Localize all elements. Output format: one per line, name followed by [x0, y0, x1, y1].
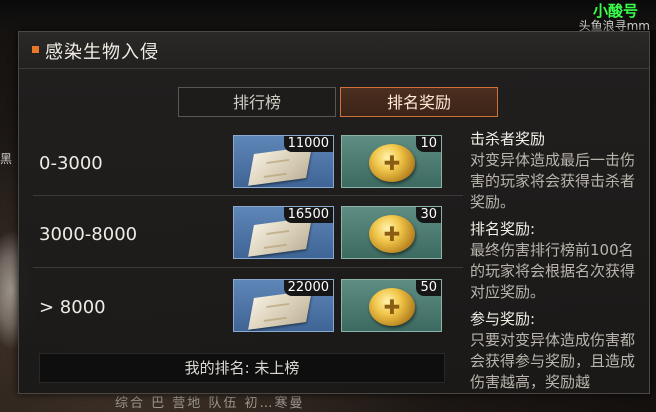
ticket-icon	[248, 217, 312, 257]
chat-channel-bar: 综合 巴 营地 队伍 初…寒曼	[115, 396, 305, 411]
row-divider	[33, 267, 463, 268]
coin-count: 50	[416, 280, 441, 296]
tab-rank-rewards[interactable]: 排名奖励	[340, 87, 498, 117]
ticket-reward-item[interactable]: 16500	[233, 206, 334, 259]
damage-range-label: 0-3000	[39, 153, 103, 174]
ticket-reward-item[interactable]: 11000	[233, 135, 334, 188]
killer-reward-heading: 击杀者奖励	[470, 130, 546, 148]
ticket-count: 22000	[283, 280, 333, 296]
coin-reward-item[interactable]: 30	[341, 206, 442, 259]
reward-row: > 8000 22000 50	[33, 275, 463, 345]
reward-row: 0-3000 11000 10	[33, 131, 463, 201]
panel-title: 感染生物入侵	[45, 42, 159, 63]
rank-reward-text: 最终伤害排行榜前100名的玩家将会根据名次获得对应奖励。	[470, 241, 636, 301]
participation-reward-heading: 参与奖励:	[470, 310, 536, 328]
event-panel: 感染生物入侵 排行榜 排名奖励 0-3000 11000 10 3000-800…	[18, 31, 650, 394]
coin-reward-item[interactable]: 50	[341, 279, 442, 332]
coin-reward-item[interactable]: 10	[341, 135, 442, 188]
gold-coin-icon	[369, 215, 415, 253]
game-hud-top	[0, 0, 656, 30]
reward-description: 击杀者奖励 对变异体造成最后一击伤害的玩家将会获得击杀者奖励。 排名奖励: 最终…	[470, 129, 646, 389]
panel-title-bar: 感染生物入侵	[19, 32, 649, 69]
gold-coin-icon	[369, 288, 415, 326]
background-text: 黑	[0, 152, 13, 166]
ticket-count: 11000	[283, 136, 333, 152]
title-accent-marker	[32, 46, 39, 53]
rank-reward-heading: 排名奖励:	[470, 220, 536, 238]
my-rank-bar: 我的排名: 未上榜	[39, 353, 445, 383]
tab-leaderboard[interactable]: 排行榜	[178, 87, 336, 117]
gold-coin-icon	[369, 144, 415, 182]
participation-reward-text: 只要对变异体造成伤害都会获得参与奖励，且造成伤害越高，奖励越	[470, 331, 636, 389]
coin-count: 30	[416, 207, 441, 223]
ticket-reward-item[interactable]: 22000	[233, 279, 334, 332]
ticket-count: 16500	[283, 207, 333, 223]
coin-count: 10	[416, 136, 441, 152]
damage-range-label: 3000-8000	[39, 224, 138, 245]
ticket-icon	[248, 290, 312, 330]
killer-reward-text: 对变异体造成最后一击伤害的玩家将会获得击杀者奖励。	[470, 151, 636, 211]
reward-row: 3000-8000 16500 30	[33, 202, 463, 272]
ticket-icon	[248, 146, 312, 186]
row-divider	[33, 195, 463, 196]
damage-range-label: > 8000	[39, 297, 106, 318]
